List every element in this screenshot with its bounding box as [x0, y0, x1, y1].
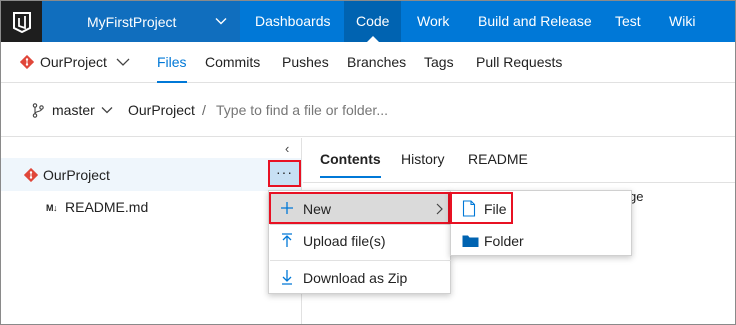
breadcrumb-separator: / [202, 102, 206, 118]
path-search-input[interactable] [216, 97, 516, 123]
menu-item-download-zip-label: Download as Zip [303, 270, 408, 286]
download-icon [282, 270, 292, 285]
tab-contents[interactable]: Contents [320, 151, 381, 178]
nav-test[interactable]: Test [615, 1, 641, 42]
menu-item-upload-label: Upload file(s) [303, 233, 386, 249]
folder-icon [462, 235, 479, 247]
tab-branches[interactable]: Branches [347, 54, 406, 70]
menu-item-download-zip[interactable]: Download as Zip [270, 262, 451, 294]
collapse-tree-icon[interactable]: ‹ [285, 141, 289, 156]
project-selector[interactable]: MyFirstProject [42, 1, 240, 42]
content-divider [303, 182, 735, 183]
repo-selector[interactable]: OurProject [40, 54, 107, 70]
nav-dashboards[interactable]: Dashboards [255, 1, 331, 42]
tab-tags[interactable]: Tags [424, 54, 454, 70]
markdown-icon: M↓ [46, 203, 58, 213]
breadcrumb-root[interactable]: OurProject [128, 102, 195, 118]
nav-build-and-release[interactable]: Build and Release [478, 1, 592, 42]
tree-item-root-label[interactable]: OurProject [43, 167, 110, 183]
tree-item-readme[interactable]: README.md [65, 199, 148, 215]
menu-divider [270, 260, 451, 261]
submenu-item-folder[interactable]: Folder [452, 225, 632, 257]
nav-code[interactable]: Code [344, 1, 402, 42]
new-highlight-box [269, 192, 450, 224]
git-repo-icon [24, 168, 38, 182]
file-highlight-box [450, 192, 513, 224]
chevron-down-icon [215, 18, 227, 25]
project-name: MyFirstProject [87, 13, 177, 30]
tab-pull-requests[interactable]: Pull Requests [476, 54, 562, 70]
app-window: MyFirstProject Dashboards Code Work Buil… [0, 0, 736, 325]
menu-item-upload[interactable]: Upload file(s) [270, 225, 451, 257]
top-nav: MyFirstProject Dashboards Code Work Buil… [1, 1, 735, 42]
upload-icon [282, 233, 292, 247]
branch-icon [32, 103, 44, 118]
tab-pushes[interactable]: Pushes [282, 54, 329, 70]
code-subnav: OurProject Files Commits Pushes Branches… [1, 42, 735, 83]
submenu-item-folder-label: Folder [484, 233, 524, 249]
nav-wiki[interactable]: Wiki [669, 1, 695, 42]
more-actions-button[interactable]: ··· [268, 160, 301, 187]
branch-selector[interactable]: master [52, 102, 95, 118]
tab-commits[interactable]: Commits [205, 54, 260, 70]
chevron-down-icon[interactable] [101, 105, 113, 115]
tab-files[interactable]: Files [157, 54, 187, 83]
chevron-down-icon[interactable] [116, 56, 130, 68]
path-bar: master OurProject / [1, 83, 735, 137]
git-repo-icon [20, 55, 34, 69]
tab-readme[interactable]: README [468, 151, 528, 167]
vsts-logo-icon[interactable] [1, 1, 42, 42]
tab-history[interactable]: History [401, 151, 445, 167]
nav-work[interactable]: Work [417, 1, 449, 42]
